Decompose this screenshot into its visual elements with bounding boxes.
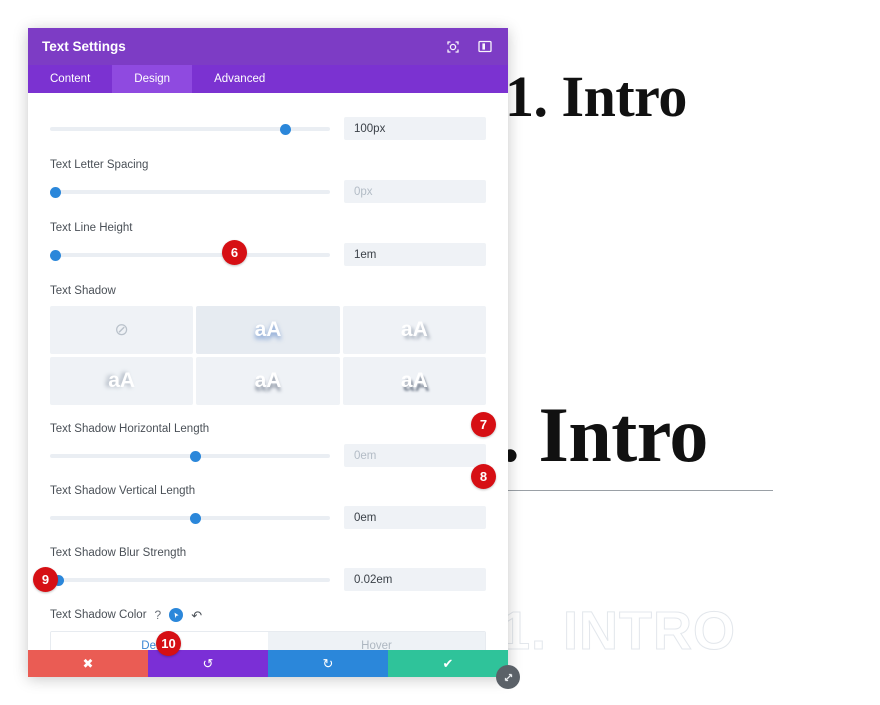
field-letter-spacing: Text Letter Spacing 0px [28,140,508,203]
line-height-slider[interactable] [50,248,330,262]
help-icon[interactable]: ? [155,608,162,622]
resize-handle[interactable] [496,665,520,689]
cursor-dot-icon[interactable] [169,608,184,622]
text-size-slider[interactable] [50,122,330,136]
horizontal-rule [505,490,773,491]
color-state-tabs: Default Hover [50,631,486,650]
shadow-blur-value[interactable]: 0.02em [344,568,486,591]
line-height-label: Text Line Height [50,222,133,234]
tab-design[interactable]: Design [112,65,193,93]
panel-title: Text Settings [42,39,126,54]
text-shadow-grid: ⊘ aA aA aA aA aA [50,306,486,405]
field-line-height: Text Line Height 1em [28,203,508,266]
cancel-button[interactable]: ✖ [28,650,148,677]
color-state-hover[interactable]: Hover [268,632,485,650]
expand-icon[interactable] [444,38,462,56]
shadow-blur-label: Text Shadow Blur Strength [50,547,187,559]
tab-advanced[interactable]: Advanced [192,65,287,93]
field-shadow-color: Text Shadow Color ? ↶ Default Hover [28,591,508,650]
tab-content[interactable]: Content [28,65,112,93]
line-height-value[interactable]: 1em [344,243,486,266]
shadow-option-5[interactable]: aA [342,357,486,405]
shadow-option-4[interactable]: aA [196,357,340,405]
shadow-option-3[interactable]: aA [50,357,194,405]
shadow-preview-2: aA [400,318,428,341]
field-text-shadow: Text Shadow ⊘ aA aA aA aA aA [28,266,508,405]
callout-badge-8: 8 [471,464,496,489]
panel-tabs: Content Design Advanced [28,65,508,93]
shadow-option-2[interactable]: aA [342,306,486,354]
shadow-horizontal-slider[interactable] [50,449,330,463]
shadow-vertical-label: Text Shadow Vertical Length [50,485,196,497]
panel-footer: ✖ ↺ ↻ ✔ [28,650,508,677]
text-size-value[interactable]: 100px [344,117,486,140]
shadow-preview-5: aA [400,369,428,392]
heading-intro-outline: 1. INTRO [499,601,737,662]
letter-spacing-slider[interactable] [50,185,330,199]
shadow-option-1[interactable]: aA [196,306,340,354]
callout-badge-10: 10 [156,631,181,656]
field-shadow-horizontal: Text Shadow Horizontal Length 0em [28,405,508,467]
letter-spacing-value[interactable]: 0px [344,180,486,203]
callout-badge-9: 9 [33,567,58,592]
shadow-preview-3: aA [108,369,136,392]
shadow-horizontal-value[interactable]: 0em [344,444,486,467]
no-shadow-icon: ⊘ [114,320,129,339]
panel-layout-icon[interactable] [476,38,494,56]
text-shadow-label: Text Shadow [50,285,116,297]
shadow-color-label: Text Shadow Color [50,609,147,621]
field-text-size: 100px [28,93,508,140]
callout-badge-7: 7 [471,412,496,437]
shadow-horizontal-label: Text Shadow Horizontal Length [50,423,210,435]
letter-spacing-label: Text Letter Spacing [50,159,149,171]
shadow-option-none[interactable]: ⊘ [50,306,194,354]
panel-body: 100px Text Letter Spacing 0px Text Line … [28,93,508,650]
shadow-vertical-value[interactable]: 0em [344,506,486,529]
shadow-preview-4: aA [254,369,282,392]
field-shadow-blur: Text Shadow Blur Strength 0.02em [28,529,508,591]
field-shadow-vertical: Text Shadow Vertical Length 0em [28,467,508,529]
reset-icon[interactable]: ↶ [191,609,202,622]
text-settings-panel: Text Settings Content Design Advanced 10… [28,28,508,677]
panel-header: Text Settings [28,28,508,65]
shadow-vertical-slider[interactable] [50,511,330,525]
heading-intro-1: 1. Intro [505,64,687,129]
shadow-preview-1: aA [254,318,282,341]
shadow-blur-slider[interactable] [50,573,330,587]
save-button[interactable]: ✔ [388,650,508,677]
callout-badge-6: 6 [222,240,247,265]
redo-button[interactable]: ↻ [268,650,388,677]
